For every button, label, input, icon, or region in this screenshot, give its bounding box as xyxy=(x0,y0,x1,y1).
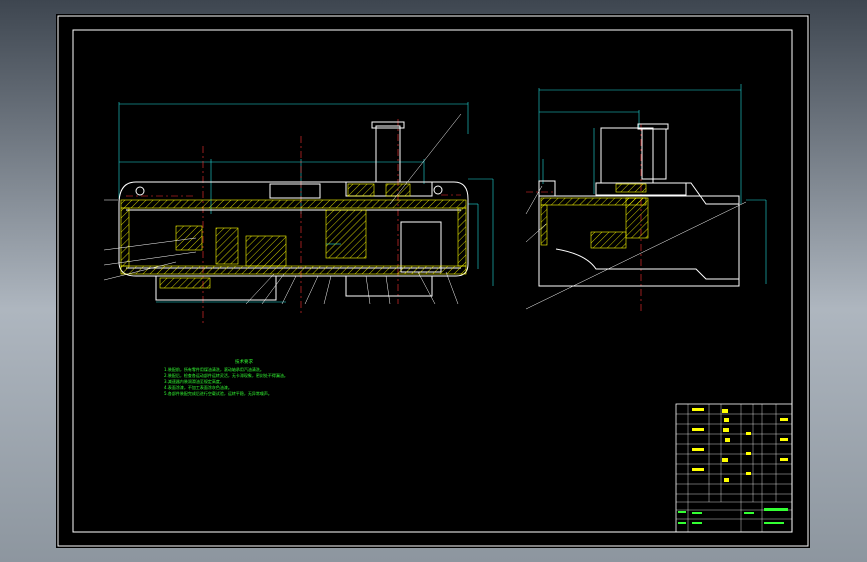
notes-title: 技术要求 xyxy=(235,360,253,365)
title-block xyxy=(675,403,793,533)
side-view xyxy=(525,84,767,314)
cad-drawing xyxy=(57,15,809,547)
front-section-view xyxy=(103,102,494,324)
technical-notes: 技术要求 1.装配前，所有零件用煤油清洗，滚动轴承用汽油清洗。 2.装配后，检查… xyxy=(164,360,324,397)
cad-viewport[interactable]: 技术要求 1.装配前，所有零件用煤油清洗，滚动轴承用汽油清洗。 2.装配后，检查… xyxy=(56,14,810,548)
note-line-5: 5.各部件装配完成后进行空载试验，运转平稳，无异常噪声。 xyxy=(164,391,272,396)
